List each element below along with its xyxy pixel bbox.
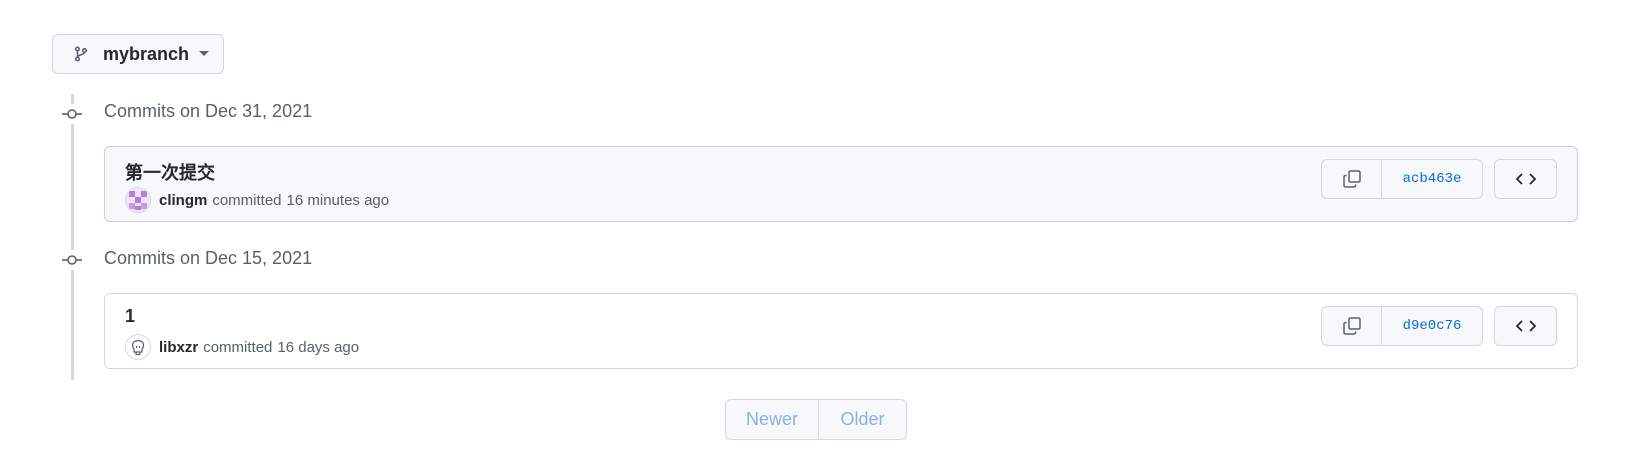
caret-down-icon xyxy=(199,51,210,57)
copy-icon xyxy=(1342,170,1361,188)
commit-group-date: Commits on Dec 15, 2021 xyxy=(104,248,313,268)
code-icon xyxy=(1515,173,1536,185)
git-branch-icon xyxy=(73,46,89,62)
avatar[interactable] xyxy=(125,334,151,360)
copy-icon xyxy=(1342,317,1361,335)
browse-repo-button[interactable] xyxy=(1494,159,1557,199)
browse-repo-button[interactable] xyxy=(1494,306,1557,346)
commit-meta: clingm committed 16 minutes ago xyxy=(125,187,389,213)
git-commit-icon xyxy=(62,104,82,124)
sha-button-group: d9e0c76 xyxy=(1321,306,1483,346)
commit-row: 第一次提交 clingm committed 16 minutes ago ac… xyxy=(104,146,1578,222)
commit-message-link[interactable]: 第一次提交 xyxy=(125,159,215,185)
copy-sha-button[interactable] xyxy=(1322,307,1382,345)
sha-button-group: acb463e xyxy=(1321,159,1483,199)
commit-time: 16 days ago xyxy=(277,338,360,356)
older-button[interactable]: Older xyxy=(819,400,906,439)
branch-select-button[interactable]: mybranch xyxy=(52,34,224,74)
commit-time: 16 minutes ago xyxy=(286,191,390,209)
commit-author-link[interactable]: libxzr xyxy=(159,339,198,356)
commit-sha-link[interactable]: acb463e xyxy=(1382,160,1482,198)
committed-label: committed xyxy=(203,338,273,356)
copy-sha-button[interactable] xyxy=(1322,160,1382,198)
code-icon xyxy=(1515,320,1536,332)
commits-page: mybranch Commits on Dec 31, 2021 第一次提交 c… xyxy=(0,0,1648,473)
branch-name: mybranch xyxy=(103,43,190,64)
commit-meta: libxzr committed 16 days ago xyxy=(125,334,359,360)
commit-group-date: Commits on Dec 31, 2021 xyxy=(104,101,313,121)
commit-message-link[interactable]: 1 xyxy=(125,306,135,327)
avatar[interactable] xyxy=(125,187,151,213)
committed-label: committed xyxy=(212,191,282,209)
commit-author-link[interactable]: clingm xyxy=(159,192,207,209)
newer-button[interactable]: Newer xyxy=(726,400,819,439)
pagination: Newer Older xyxy=(725,399,907,440)
git-commit-icon xyxy=(62,250,82,270)
commit-sha-link[interactable]: d9e0c76 xyxy=(1382,307,1482,345)
commit-row: 1 libxzr committed 16 days ago d9e0c76 xyxy=(104,293,1578,369)
timeline-line xyxy=(71,94,74,380)
